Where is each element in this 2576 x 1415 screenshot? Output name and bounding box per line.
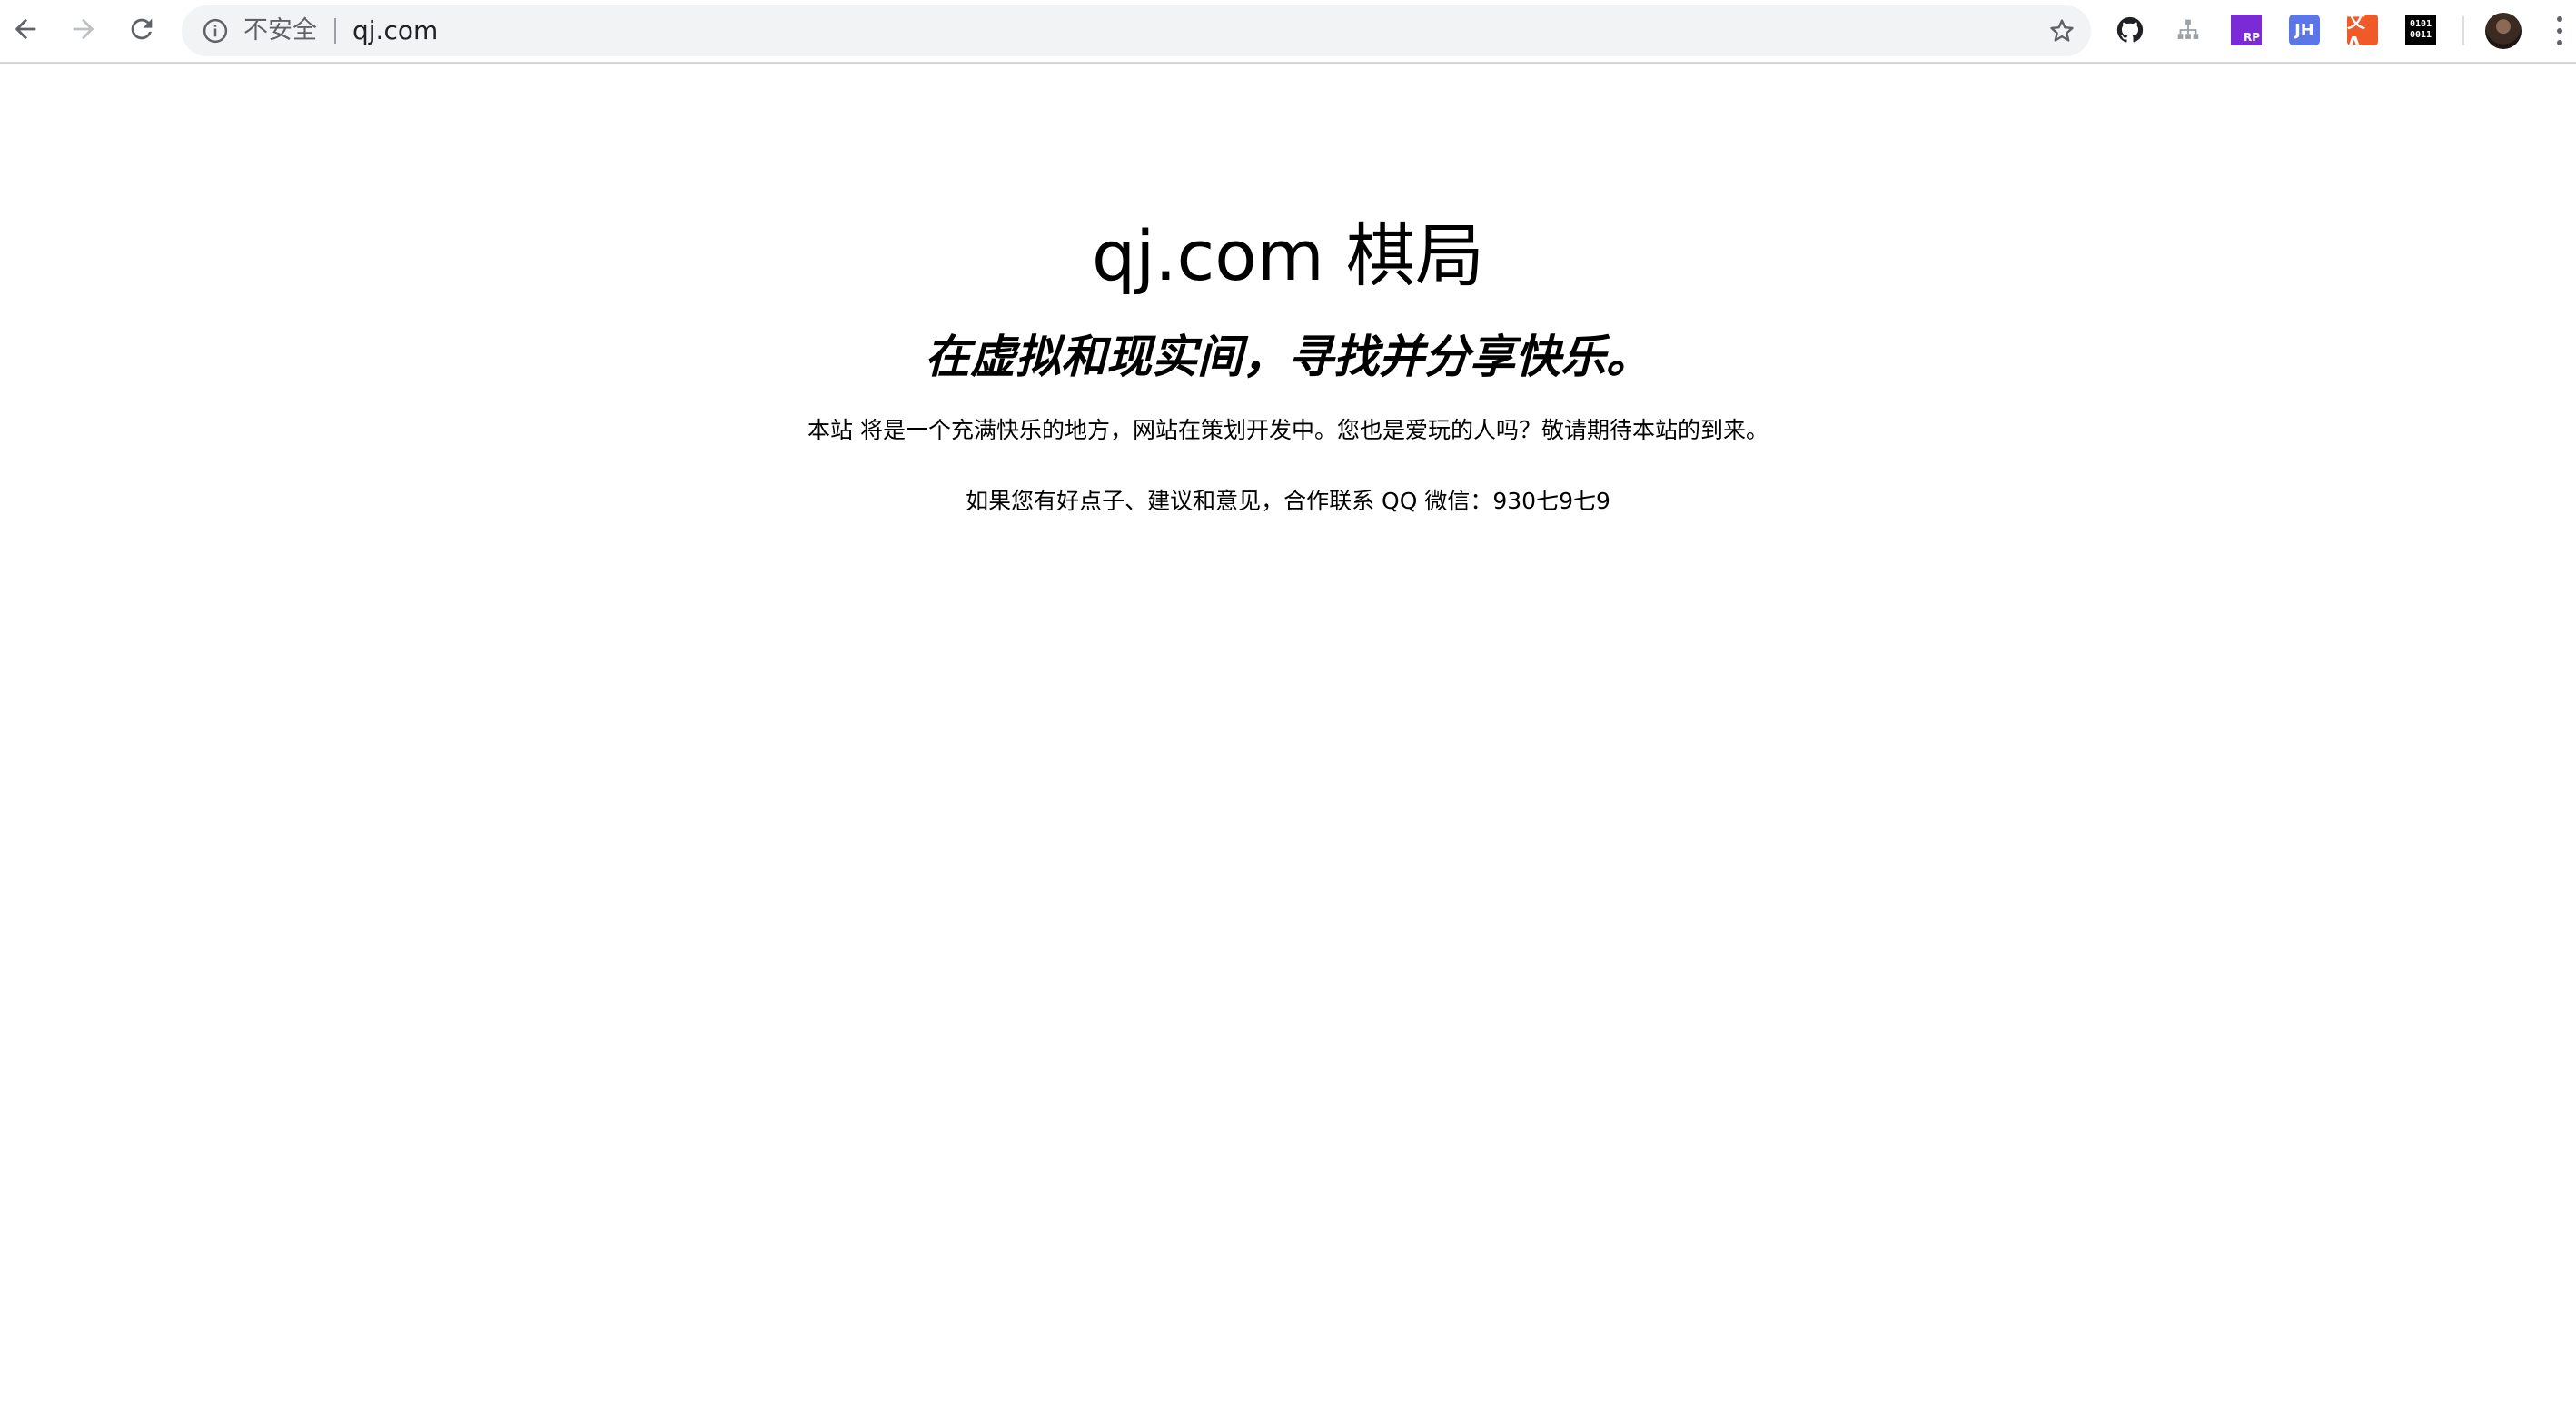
kebab-menu-icon[interactable]: [2551, 13, 2569, 49]
site-description: 本站 将是一个充满快乐的地方，网站在策划开发中。您也是爱玩的人吗？敬请期待本站的…: [807, 417, 1769, 443]
sitemap-extension-icon[interactable]: [2173, 15, 2204, 45]
back-button[interactable]: [7, 11, 44, 47]
url-text[interactable]: qj.com: [352, 16, 438, 45]
rp-extension-icon[interactable]: RP: [2231, 15, 2262, 45]
info-icon[interactable]: [202, 17, 229, 45]
address-bar[interactable]: 不安全 qj.com: [182, 5, 2091, 56]
reload-icon: [131, 18, 153, 40]
browser-toolbar: 不安全 qj.com RP JH 文A 0101 0011: [0, 0, 2576, 64]
jh-extension-icon[interactable]: JH: [2289, 15, 2320, 45]
translate-extension-label: 文A: [2347, 15, 2365, 45]
jh-extension-label: JH: [2294, 20, 2314, 40]
contact-info: 如果您有好点子、建议和意见，合作联系 QQ 微信：930七9七9: [966, 488, 1610, 514]
site-tagline: 在虚拟和现实间，寻找并分享快乐。: [925, 331, 1651, 383]
bookmark-star-icon[interactable]: [2047, 16, 2076, 45]
page-content: qj.com 棋局 在虚拟和现实间，寻找并分享快乐。 本站 将是一个充满快乐的地…: [0, 64, 2576, 519]
reload-button[interactable]: [124, 11, 160, 47]
profile-avatar[interactable]: [2485, 13, 2522, 49]
binary-extension-icon[interactable]: 0101 0011: [2405, 15, 2436, 45]
forward-arrow-icon: [73, 18, 94, 40]
github-extension-icon[interactable]: [2115, 15, 2145, 45]
back-arrow-icon: [15, 18, 36, 40]
security-status-label[interactable]: 不安全: [243, 16, 317, 45]
site-title: qj.com 棋局: [1092, 215, 1484, 296]
binary-extension-label: 0101 0011: [2409, 19, 2432, 40]
translate-extension-icon[interactable]: 文A: [2347, 15, 2378, 45]
forward-button[interactable]: [65, 11, 102, 47]
toolbar-divider: [2462, 16, 2464, 45]
rp-extension-label: RP: [2243, 31, 2260, 44]
address-separator: [334, 18, 336, 44]
